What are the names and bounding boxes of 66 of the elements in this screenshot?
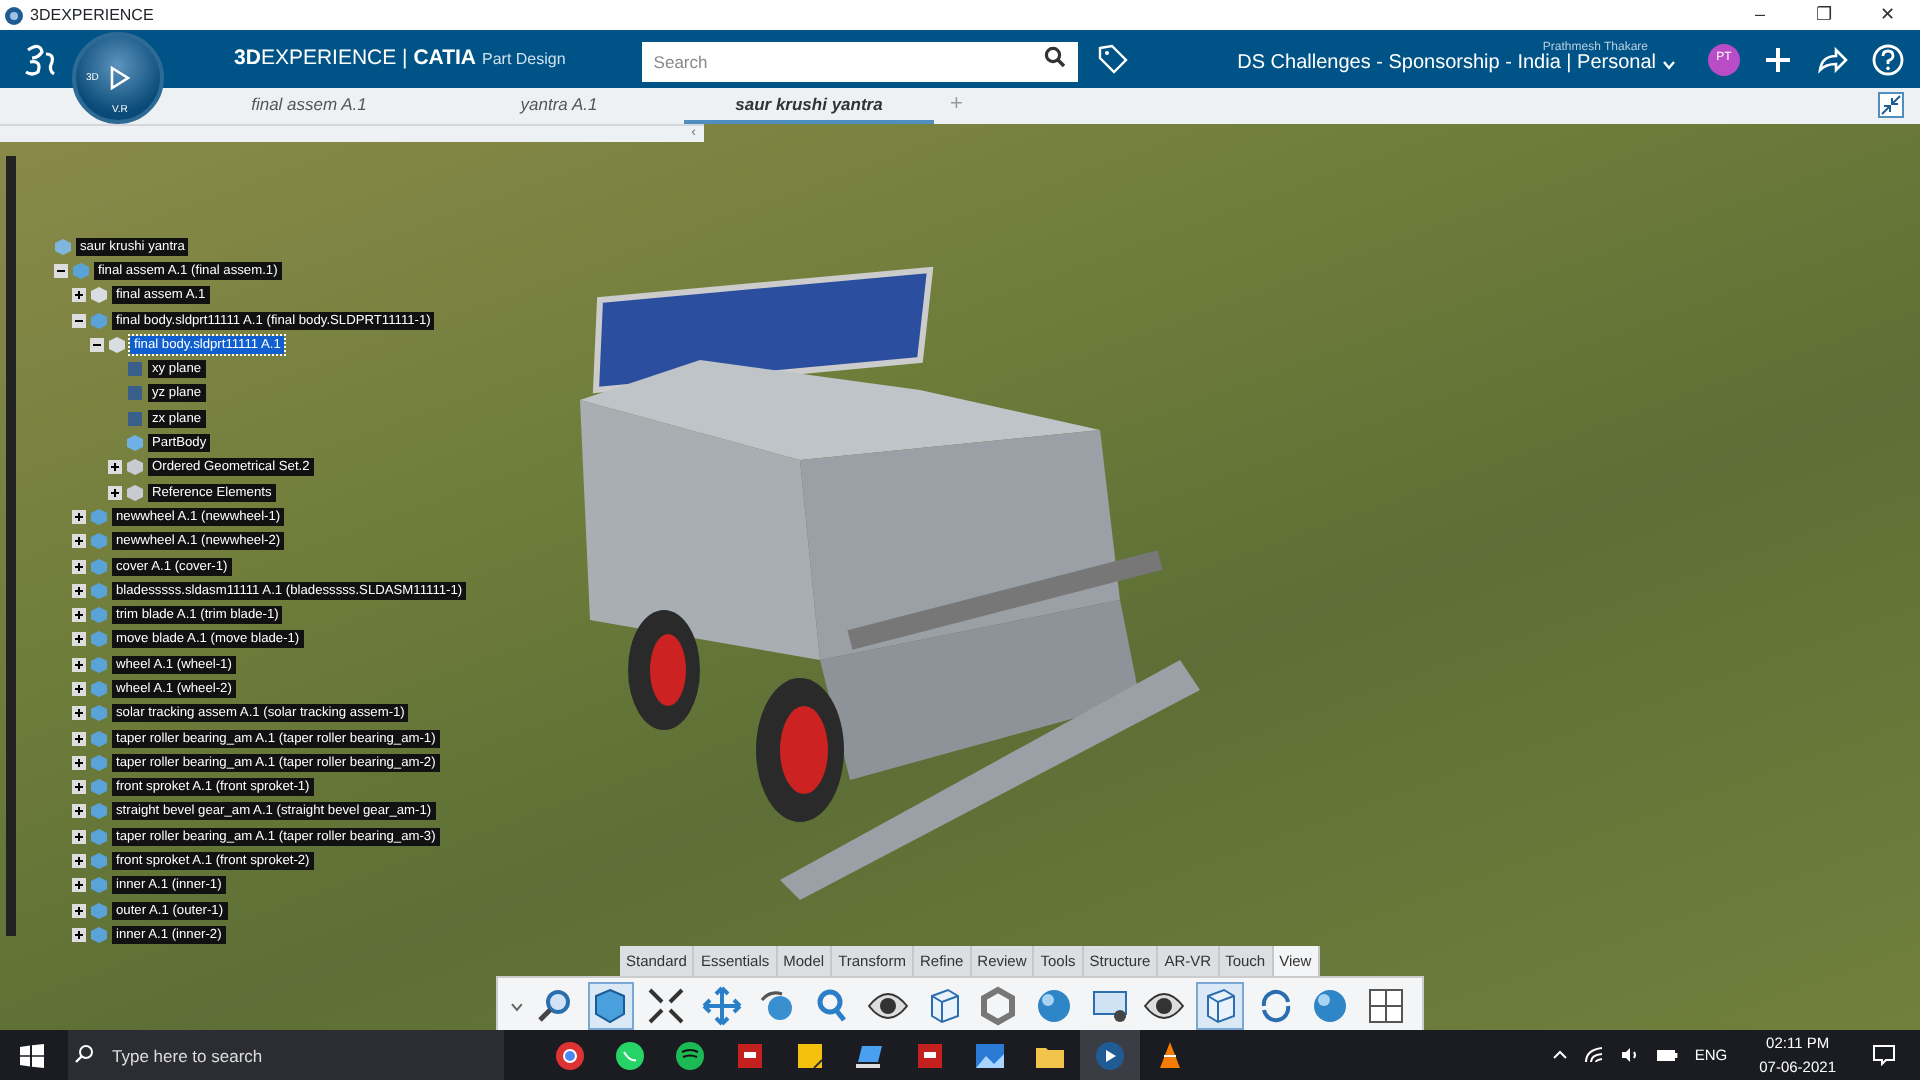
wifi-icon[interactable] [1584, 1046, 1605, 1064]
product-icon [90, 311, 108, 330]
close-button[interactable]: ✕ [1856, 1, 1920, 29]
window-title: 3DEXPERIENCE [28, 3, 156, 27]
browser-icon [554, 1039, 586, 1071]
help-icon[interactable] [1872, 43, 1904, 75]
toolbar-button[interactable] [697, 982, 746, 1031]
expand-toggle-icon[interactable] [72, 288, 86, 303]
play-icon [106, 66, 130, 90]
collapse-icon[interactable] [1878, 92, 1904, 118]
logo-icon [22, 41, 58, 77]
plus-icon[interactable] [1764, 45, 1792, 73]
taskbar-search-field[interactable]: Type here to search [68, 1030, 504, 1080]
scroll-bar[interactable] [6, 156, 16, 936]
document-tab[interactable]: yantra A.1 [434, 88, 684, 124]
expand-toggle-icon[interactable] [72, 878, 86, 893]
sticky-note-icon [794, 1039, 826, 1071]
expand-icon[interactable] [510, 1001, 524, 1012]
chat-icon [614, 1039, 646, 1071]
compass-icon [1094, 1039, 1126, 1071]
fit-all-icon [646, 986, 687, 1027]
context-selector[interactable]: DS Challenges - Sponsorship - India | Personal [1237, 54, 1656, 76]
sphere-icon [1310, 986, 1351, 1027]
part-icon [108, 335, 126, 354]
expand-toggle-icon[interactable] [72, 534, 86, 549]
traffic-cone-icon [1154, 1039, 1186, 1071]
search-icon [74, 1043, 94, 1064]
chevron-down-icon[interactable] [1662, 60, 1676, 71]
part-icon [90, 286, 108, 305]
tag-icon[interactable] [1097, 44, 1128, 74]
toolbar-button[interactable] [587, 982, 635, 1031]
minimize-button[interactable]: – [1728, 1, 1792, 29]
assembly-icon [54, 237, 72, 256]
expand-toggle-icon[interactable] [72, 706, 86, 721]
app-icon [734, 1039, 766, 1071]
app-name: Part Design [482, 49, 566, 68]
windows-start-icon[interactable] [20, 1043, 44, 1067]
expand-toggle-icon[interactable] [72, 780, 86, 795]
app-logo-icon [4, 5, 24, 25]
maximize-button[interactable]: ❐ [1792, 1, 1856, 29]
document-tab[interactable]: final assem A.1 [184, 88, 434, 124]
app-brand: 3DEXPERIENCE | CATIA [234, 45, 476, 70]
expand-toggle-icon[interactable] [108, 460, 122, 475]
battery-icon[interactable] [1656, 1048, 1679, 1062]
search-field[interactable]: Search [641, 41, 1078, 81]
notification-icon[interactable] [1872, 1044, 1896, 1066]
magnifier-icon [535, 986, 576, 1027]
share-icon[interactable] [1816, 45, 1848, 73]
move-arrows-icon [701, 986, 742, 1027]
expand-toggle-icon[interactable] [72, 608, 86, 623]
chevron-up-icon[interactable] [1552, 1050, 1569, 1060]
toolbar-button[interactable] [1196, 982, 1244, 1031]
speaker-icon[interactable] [1620, 1046, 1641, 1064]
music-icon [674, 1039, 706, 1071]
sphere-icon [1033, 986, 1074, 1027]
hexagon-icon [978, 986, 1019, 1027]
product-icon [72, 261, 90, 280]
monitor-icon [1089, 986, 1130, 1027]
expand-toggle-icon[interactable] [72, 632, 86, 647]
app-icon [914, 1039, 946, 1071]
expand-toggle-icon[interactable] [72, 804, 86, 819]
expand-toggle-icon[interactable] [72, 854, 86, 869]
body-icon [126, 434, 144, 453]
photos-icon [974, 1039, 1006, 1071]
layout-grid-icon [1366, 986, 1407, 1027]
search-icon[interactable] [1043, 45, 1066, 67]
